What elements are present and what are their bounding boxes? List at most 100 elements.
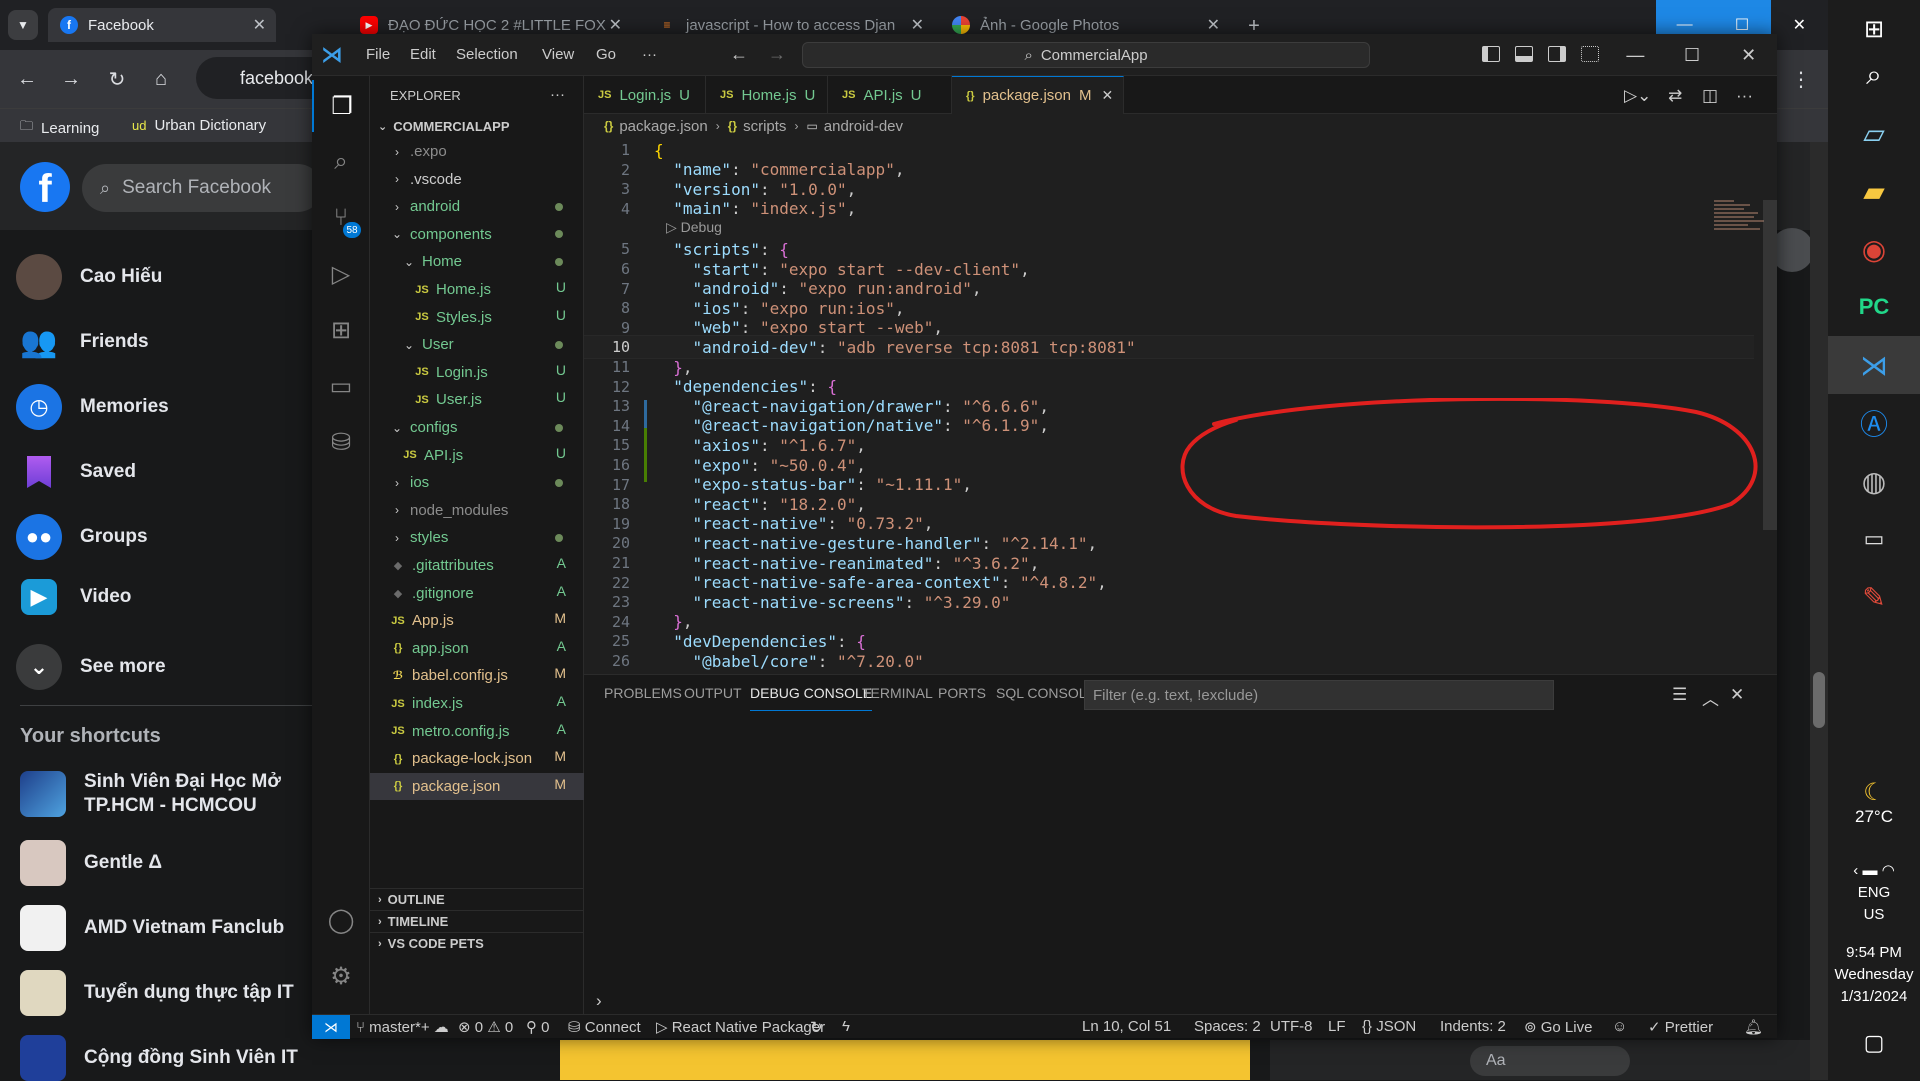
system-tray[interactable]: ‹ ▬ ◠ ENG US [1828,860,1920,926]
compare-changes-icon[interactable]: ⇄ [1668,86,1682,106]
browser-tab-facebook[interactable]: f Facebook ✕ [48,8,276,42]
globe-icon[interactable]: ◍ [1828,452,1920,510]
console-prompt-icon[interactable]: › [596,991,602,1011]
back-arrow-icon[interactable]: ← [730,44,748,65]
explorer-item[interactable]: ◆ .gitattributes A [370,552,584,579]
page-scrollbar[interactable] [1810,142,1828,1080]
remote-indicator-icon[interactable]: ⋊ [312,1015,350,1039]
remote-explorer-icon[interactable]: ▭ [312,360,370,412]
close-icon[interactable]: ✕ [253,15,266,35]
facebook-search-input[interactable]: ⌕ Search Facebook [82,164,322,212]
explorer-item[interactable]: › .expo [370,138,584,165]
nav-groups[interactable]: ●● Groups [16,514,148,560]
eol-status[interactable]: LF [1328,1018,1346,1035]
extensions-icon[interactable]: ⊞ [312,304,370,356]
explorer-item[interactable]: › android [370,193,584,220]
shortcut-item[interactable]: Tuyển dụng thực tập IT [20,970,294,1016]
address-bar[interactable]: facebook [196,57,316,99]
breadcrumb-item[interactable]: android-dev [824,118,903,135]
home-icon[interactable]: ⌂ [146,64,176,94]
problems-status[interactable]: ⊗ 0 ⚠ 0 [458,1018,513,1036]
lightning-icon[interactable]: ϟ [842,1018,850,1035]
tab-search-button[interactable]: ▼ [8,10,38,40]
editor-tab-package-json[interactable]: {} package.json M ✕ [952,76,1124,114]
language-mode-status[interactable]: {} JSON [1362,1018,1416,1035]
file-explorer-icon[interactable]: ▰ [1828,162,1920,220]
shortcut-item[interactable]: AMD Vietnam Fanclub [20,905,284,951]
connect-status[interactable]: ⛁ Connect [568,1018,641,1036]
git-branch-status[interactable]: ⑂ master*+ ☁ [356,1018,449,1036]
toggle-panel-icon[interactable] [1515,46,1533,62]
nav-memories[interactable]: ◷ Memories [16,384,169,430]
explorer-item[interactable]: › node_modules [370,497,584,524]
close-button[interactable]: ✕ [1720,34,1777,76]
nav-see-more[interactable]: ⌄ See more [16,644,166,690]
search-icon[interactable]: ⌕ [312,136,370,188]
toggle-secondary-sidebar-icon[interactable] [1548,46,1566,62]
editor-tab-api[interactable]: JS API.js U [828,76,952,114]
bookmark-urban-dictionary[interactable]: ud Urban Dictionary [132,117,266,134]
tab-output[interactable]: OUTPUT [684,685,742,711]
cursor-position-status[interactable]: Ln 10, Col 51 [1082,1018,1171,1035]
close-button[interactable]: ✕ [1771,0,1828,50]
explorer-files-icon[interactable]: ❐ [312,80,370,132]
scrollbar-thumb[interactable] [1813,672,1825,728]
bookmark-learning[interactable]: 🗀 Learning [20,117,99,139]
react-native-packager-status[interactable]: ▷ React Native Packager [656,1018,825,1036]
explorer-item[interactable]: {} package.json M [370,772,584,800]
clock[interactable]: 9:54 PM Wednesday 1/31/2024 [1828,942,1920,1008]
minimize-button[interactable]: — [1607,34,1664,76]
bell-icon[interactable]: 🔔︎ [1744,1018,1763,1036]
shortcut-item[interactable]: Cộng đồng Sinh Viên IT [20,1035,298,1081]
vscode-icon[interactable]: ⋊ [1828,336,1920,394]
search-icon[interactable]: ⌕ [1828,46,1920,104]
explorer-item[interactable]: JS API.js U [370,442,584,469]
notification-center-icon[interactable]: ▢ [1828,1030,1920,1056]
tab-sql-console[interactable]: SQL CONSOLE [996,685,1096,711]
back-arrow-icon[interactable]: ← [12,64,42,94]
menu-selection[interactable]: Selection [456,46,518,63]
shortcut-item[interactable]: Sinh Viên Đại Học Mở TP.HCM - HCMCOU [20,770,324,818]
customize-layout-icon[interactable] [1581,46,1599,62]
timeline-section[interactable]: › TIMELINE [370,910,584,932]
prettier-status[interactable]: ✓ Prettier [1648,1018,1713,1036]
pycharm-icon[interactable]: PC [1828,278,1920,336]
explorer-item[interactable]: JS User.js U [370,386,584,413]
breadcrumb-item[interactable]: package.json [619,118,707,135]
browser-menu-icon[interactable]: ⋮ [1786,64,1816,94]
nav-profile[interactable]: Cao Hiếu [16,254,162,300]
toggle-sidebar-icon[interactable] [1482,46,1500,62]
close-icon[interactable]: ✕ [911,15,924,35]
indents-status[interactable]: Indents: 2 [1440,1018,1506,1035]
run-debug-icon[interactable]: ▷ [312,248,370,300]
menu-more[interactable]: ··· [642,46,657,63]
split-editor-icon[interactable]: ◫ [1702,86,1718,106]
ports-status[interactable]: ⚲ 0 [526,1018,550,1036]
tab-problems[interactable]: PROBLEMS [604,685,682,711]
maximize-button[interactable]: ☐ [1664,34,1721,76]
explorer-root-folder[interactable]: ⌄ COMMERCIALAPP [370,114,584,138]
tab-debug-console[interactable]: DEBUG CONSOLE [750,685,873,711]
more-actions-icon[interactable]: ··· [550,86,565,103]
close-icon[interactable]: ✕ [1101,87,1113,104]
clear-console-icon[interactable]: ☰ [1672,685,1687,705]
notepad-icon[interactable]: ▱ [1828,104,1920,162]
editor-tab-home[interactable]: JS Home.js U [706,76,828,114]
explorer-item[interactable]: {} package-lock.json M [370,745,584,772]
paint-icon[interactable]: ✎ [1828,568,1920,626]
command-center-search[interactable]: ⌕ CommercialApp [802,42,1370,68]
reload-icon[interactable]: ↻ [102,64,132,94]
close-panel-icon[interactable]: ✕ [1730,685,1744,705]
explorer-item[interactable]: JS index.js A [370,690,584,717]
explorer-item[interactable]: ◆ .gitignore A [370,580,584,607]
nav-saved[interactable]: Saved [16,449,136,495]
menu-view[interactable]: View [542,46,574,63]
menu-file[interactable]: File [366,46,390,63]
explorer-item[interactable]: {} app.json A [370,635,584,662]
explorer-item[interactable]: › styles [370,524,584,551]
shortcut-item[interactable]: Gentle Δ [20,840,162,886]
menu-go[interactable]: Go [596,46,616,63]
copilot-icon[interactable]: ☺ [1612,1018,1627,1035]
refresh-icon[interactable]: ↻ [810,1018,823,1036]
chat-input[interactable]: Aa [1470,1046,1630,1076]
